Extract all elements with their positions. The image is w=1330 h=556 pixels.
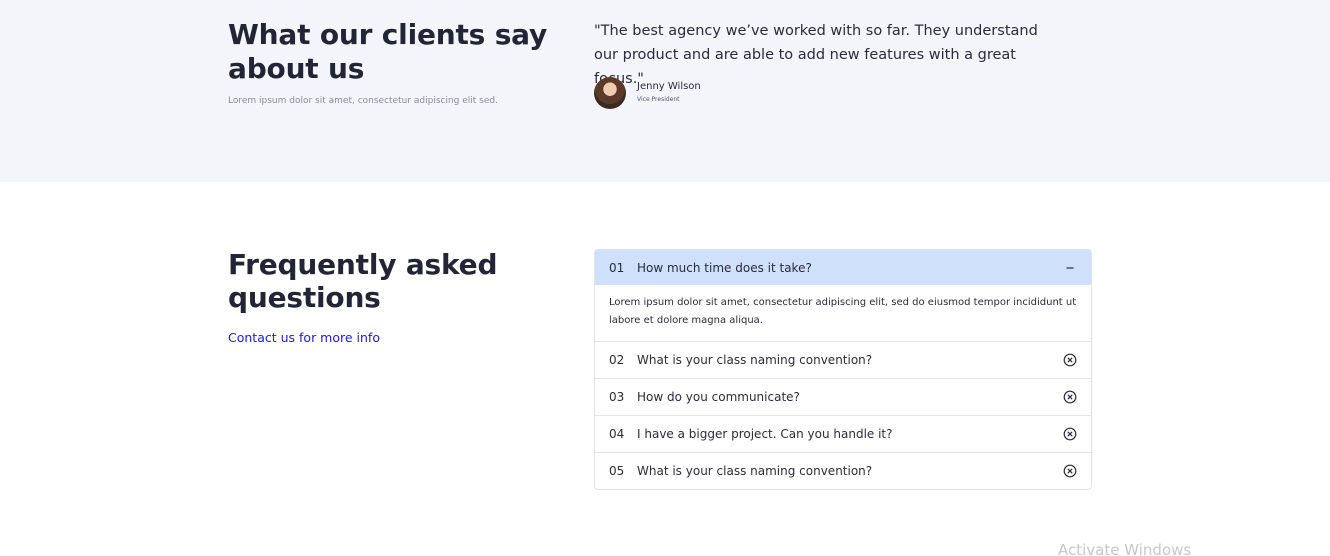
faq-number: 03	[609, 390, 625, 404]
contact-link[interactable]: Contact us for more info	[228, 330, 380, 345]
faq-question-04[interactable]: 04 I have a bigger project. Can you hand…	[595, 416, 1091, 452]
faq-question-03[interactable]: 03 How do you communicate?	[595, 379, 1091, 415]
close-circle-icon[interactable]	[1063, 464, 1077, 478]
testimonials-heading: What our clients say about us	[228, 18, 548, 85]
author-avatar	[594, 77, 626, 109]
faq-item-05: 05 What is your class naming convention?	[595, 452, 1091, 489]
author-name: Jenny Wilson	[637, 81, 701, 92]
faq-question-text: What is your class naming convention?	[637, 353, 873, 367]
faq-number: 01	[609, 260, 625, 275]
faq-question-05[interactable]: 05 What is your class naming convention?	[595, 453, 1091, 489]
faq-question-text: How much time does it take?	[637, 260, 812, 275]
close-circle-icon[interactable]	[1063, 353, 1077, 367]
faq-question-02[interactable]: 02 What is your class naming convention?	[595, 342, 1091, 378]
faq-question-01[interactable]: 01 How much time does it take?	[595, 250, 1091, 285]
faq-question-text: What is your class naming convention?	[637, 464, 873, 478]
faq-answer-01: Lorem ipsum dolor sit amet, consectetur …	[609, 297, 1077, 326]
testimonials-subtext: Lorem ipsum dolor sit amet, consectetur …	[228, 96, 498, 106]
author-role: Vice President	[637, 96, 680, 103]
faq-item-01: 01 How much time does it take? Lorem ips…	[595, 250, 1091, 341]
faq-number: 02	[609, 353, 625, 367]
activate-windows-watermark: Activate Windows	[1058, 541, 1192, 556]
faq-number: 04	[609, 427, 625, 441]
faq-heading: Frequently asked questions	[228, 248, 498, 314]
close-circle-icon[interactable]	[1063, 390, 1077, 404]
faq-item-04: 04 I have a bigger project. Can you hand…	[595, 415, 1091, 452]
faq-accordion: 01 How much time does it take? Lorem ips…	[594, 249, 1092, 490]
minus-icon[interactable]	[1063, 261, 1077, 275]
faq-question-text: How do you communicate?	[637, 390, 800, 404]
testimonials-section: What our clients say about us Lorem ipsu…	[0, 0, 1330, 182]
close-circle-icon[interactable]	[1063, 427, 1077, 441]
faq-question-text: I have a bigger project. Can you handle …	[637, 427, 893, 441]
faq-item-03: 03 How do you communicate?	[595, 378, 1091, 415]
faq-item-02: 02 What is your class naming convention?	[595, 341, 1091, 378]
faq-number: 05	[609, 464, 625, 478]
